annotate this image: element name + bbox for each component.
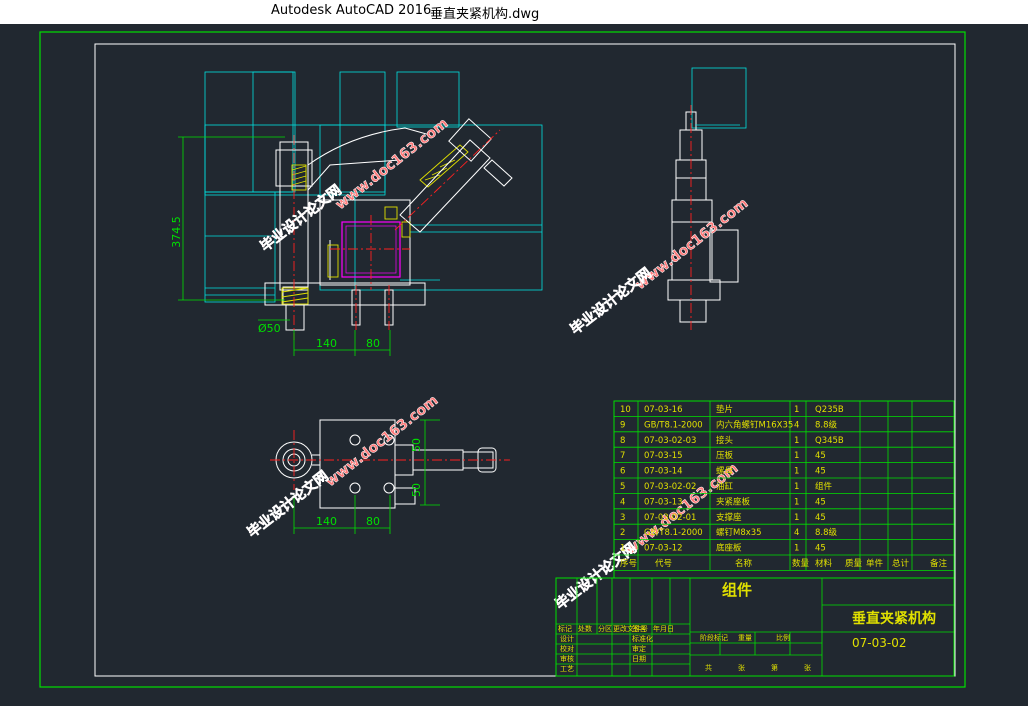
tb-stage-label: 比例 (776, 633, 790, 642)
tb-label-left: 签名 (632, 624, 646, 633)
bom-cell-no: 4 (620, 497, 625, 507)
bom-cell-mat: 45 (815, 467, 826, 477)
dim-top-50-upper: 50 (410, 438, 423, 452)
tb-role: 审核 (560, 654, 574, 663)
tb-stage-label: 阶段标记 (700, 633, 728, 642)
drawing-number: 07-03-02 (852, 636, 906, 650)
tb-role: 校对 (560, 644, 574, 653)
tb-role: 工艺 (560, 665, 574, 673)
bom-cell-name: 底座板 (716, 543, 742, 554)
bom-cell-name: 压板 (716, 450, 734, 461)
bom-cell-no: 1 (620, 544, 625, 554)
tb-sheet-label: 共 (705, 663, 712, 672)
tb-role: 设计 (560, 634, 574, 643)
bom-cell-no: 9 (620, 420, 625, 430)
bom-cell-code: 07-03-12 (644, 544, 683, 554)
bom-cell-qty: 4 (794, 420, 799, 430)
bom-cell-mat: 8.8级 (815, 527, 838, 538)
bom-header-cell: 备注 (930, 558, 948, 569)
bom-cell-code: 07-03-16 (644, 405, 683, 415)
bom-header-cell: 代号 (655, 558, 672, 569)
bom-cell-name: 夹紧座板 (716, 496, 751, 507)
dim-height: 374.5 (170, 216, 183, 248)
bom-cell-code: GB/T8.1-2000 (644, 420, 703, 430)
bom-cell-code: GB/T8.1-2000 (644, 528, 703, 538)
drawing-name: 垂直夹紧机构 (852, 610, 936, 627)
bom-cell-no: 8 (620, 436, 625, 446)
bom-header-cell: 名称 (735, 558, 753, 569)
window-title-bar: Autodesk AutoCAD 2016 垂直夹紧机构.dwg (0, 0, 1028, 24)
tb-label-left: 年月日 (653, 624, 674, 633)
tb-label-left: 标记 (558, 624, 572, 633)
bom-cell-name: 接头 (716, 435, 734, 446)
dim-top-80: 80 (366, 515, 380, 528)
bom-cell-code: 07-03-15 (644, 451, 683, 461)
bom-cell-name: 内六角螺钉M16X35 (716, 419, 793, 430)
tb-role-mid: 标准化 (632, 634, 653, 643)
bom-cell-qty: 1 (794, 513, 799, 523)
bom-cell-code: 07-03-02-03 (644, 436, 696, 446)
app-title: Autodesk AutoCAD 2016 (271, 3, 432, 18)
bom-cell-mat: 组件 (815, 481, 833, 492)
dim-top-140: 140 (316, 515, 337, 528)
bom-header-cell: 单件 (866, 558, 884, 569)
bom-cell-code: 07-03-02-01 (644, 513, 696, 523)
bom-header-cell: 数量 (792, 558, 810, 569)
dim-front-140: 140 (316, 337, 337, 350)
tb-role-mid: 日期 (632, 655, 646, 663)
bom-cell-qty: 1 (794, 467, 799, 477)
drawing-canvas[interactable]: 374.5 Ø50 140 80 140 80 50 50 www.doc163… (0, 24, 1028, 702)
bom-cell-no: 2 (620, 528, 625, 538)
bom-cell-mat: Q235B (815, 405, 844, 415)
tb-sheet-label: 第 (771, 663, 778, 672)
bom-cell-no: 7 (620, 451, 625, 461)
bom-cell-no: 10 (620, 405, 631, 415)
bom-header-cell: 序号 (620, 558, 637, 569)
bom-cell-code: 07-03-14 (644, 467, 683, 477)
bom-cell-mat: 45 (815, 544, 826, 554)
bom-cell-mat: 45 (815, 513, 826, 523)
file-name: 垂直夹紧机构.dwg (430, 7, 540, 22)
bom-cell-qty: 1 (794, 482, 799, 492)
tb-stage-label: 重量 (738, 634, 752, 642)
assembly-label: 组件 (722, 581, 752, 599)
bom-cell-no: 6 (620, 467, 625, 477)
bom-cell-qty: 1 (794, 497, 799, 507)
bom-cell-qty: 1 (794, 436, 799, 446)
drawing-svg[interactable]: 374.5 Ø50 140 80 140 80 50 50 www.doc163… (0, 24, 1028, 702)
tb-sheet-label: 张 (738, 663, 745, 672)
bom-header-cell: 材料 (815, 558, 833, 569)
bom-cell-name: 螺钉M8x35 (716, 527, 762, 538)
dim-diameter: Ø50 (258, 322, 281, 335)
tb-role-mid: 审定 (632, 644, 646, 653)
tb-sheet-label: 张 (804, 663, 811, 672)
bom-cell-name: 螺母 (716, 466, 733, 477)
bom-cell-qty: 1 (794, 544, 799, 554)
bom-header-cell: 质量 (845, 558, 863, 569)
bom-cell-qty: 1 (794, 451, 799, 461)
bom-cell-mat: 45 (815, 497, 826, 507)
bom-cell-no: 3 (620, 513, 625, 523)
bom-cell-qty: 4 (794, 528, 799, 538)
bom-cell-mat: 8.8级 (815, 419, 838, 430)
bom-cell-mat: 45 (815, 451, 826, 461)
bom-cell-qty: 1 (794, 405, 799, 415)
dim-top-50-lower: 50 (410, 483, 423, 497)
bom-cell-no: 5 (620, 482, 625, 492)
bom-cell-code: 07-03-02-02 (644, 482, 696, 492)
tb-label-left: 分区 (598, 624, 612, 633)
bom-cell-name: 支撑座 (716, 512, 742, 523)
bom-cell-mat: Q345B (815, 436, 844, 446)
tb-label-left: 处数 (578, 624, 592, 633)
bom-header-cell: 总计 (892, 558, 910, 569)
bom-cell-code: 07-03-13 (644, 497, 683, 507)
dim-front-80: 80 (366, 337, 380, 350)
bom-cell-name: 油缸 (716, 481, 734, 492)
bom-cell-name: 垫片 (716, 404, 733, 415)
